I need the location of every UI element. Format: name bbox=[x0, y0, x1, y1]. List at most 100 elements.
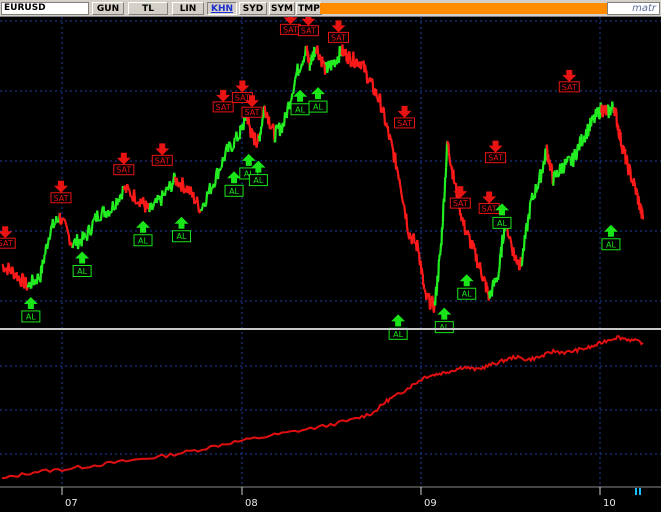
price-segment bbox=[529, 197, 533, 201]
price-segment bbox=[480, 274, 484, 280]
price-segment bbox=[555, 169, 559, 175]
price-segment bbox=[7, 262, 11, 269]
price-segment bbox=[429, 300, 433, 309]
price-segment bbox=[400, 193, 404, 199]
buy-signal-24: AL bbox=[457, 274, 477, 300]
price-segment bbox=[142, 203, 146, 207]
price-segment bbox=[390, 143, 394, 148]
symbol-field[interactable]: EURUSD bbox=[1, 2, 89, 15]
price-segment bbox=[96, 210, 100, 220]
price-segment bbox=[316, 45, 320, 54]
price-segment bbox=[302, 55, 306, 63]
price-segment bbox=[118, 194, 122, 203]
price-segment bbox=[202, 202, 206, 205]
price-segment bbox=[11, 266, 15, 270]
price-segment bbox=[461, 216, 464, 220]
tmp-button[interactable]: TMP bbox=[296, 2, 322, 15]
price-segment bbox=[399, 188, 403, 195]
price-segment bbox=[224, 146, 228, 153]
price-segment bbox=[57, 221, 60, 224]
lin-button[interactable]: LIN bbox=[172, 2, 204, 15]
price-segment bbox=[20, 273, 24, 287]
price-segment bbox=[412, 233, 416, 244]
price-segment bbox=[402, 203, 405, 206]
price-segment bbox=[173, 172, 177, 178]
price-segment bbox=[31, 274, 35, 283]
price-segment bbox=[52, 225, 56, 229]
price-segment bbox=[628, 163, 631, 166]
price-segment bbox=[524, 226, 528, 239]
equity-line bbox=[1, 335, 644, 480]
price-segment bbox=[48, 230, 52, 238]
price-segment bbox=[132, 189, 137, 204]
price-segment bbox=[135, 202, 139, 205]
price-segment bbox=[221, 156, 225, 160]
price-segment bbox=[344, 48, 348, 62]
price-segment bbox=[83, 232, 87, 237]
tl-button[interactable]: TL bbox=[128, 2, 168, 15]
price-segment bbox=[86, 228, 90, 241]
sell-signal-19: SAT bbox=[394, 105, 416, 129]
buy-label: AL bbox=[77, 267, 87, 276]
price-segment bbox=[105, 213, 109, 219]
price-segment bbox=[479, 268, 483, 276]
price-segment bbox=[71, 244, 75, 249]
price-segment bbox=[396, 169, 400, 174]
price-segment bbox=[151, 207, 155, 211]
price-segment bbox=[382, 107, 386, 114]
sell-label: SAT bbox=[562, 83, 577, 92]
sell-label: SAT bbox=[488, 154, 503, 163]
price-segment bbox=[265, 112, 269, 116]
brand-bar bbox=[320, 3, 607, 14]
price-segment bbox=[109, 210, 113, 214]
equity-series bbox=[1, 335, 644, 480]
price-segment bbox=[401, 198, 404, 203]
sym-button[interactable]: SYM bbox=[269, 2, 295, 15]
price-segment bbox=[92, 217, 96, 221]
price-segment bbox=[192, 191, 196, 204]
price-segment bbox=[195, 196, 200, 204]
price-segment bbox=[285, 105, 289, 119]
price-segment bbox=[363, 64, 367, 70]
price-segment bbox=[463, 219, 466, 234]
price-segment bbox=[386, 126, 390, 134]
price-segment bbox=[66, 231, 70, 236]
price-segment bbox=[633, 182, 637, 187]
buy-signal-1: AL bbox=[21, 296, 41, 323]
buy-signal-20: AL bbox=[388, 314, 408, 340]
price-segment bbox=[520, 256, 524, 266]
sell-label: SAT bbox=[0, 239, 13, 248]
syd-button[interactable]: SYD bbox=[239, 2, 267, 15]
price-segment bbox=[431, 295, 434, 298]
price-segment bbox=[537, 180, 541, 186]
price-segment bbox=[509, 239, 513, 244]
price-segment bbox=[359, 62, 363, 70]
price-segment bbox=[351, 62, 354, 65]
buy-label: AL bbox=[462, 290, 472, 299]
price-segment bbox=[398, 178, 402, 185]
price-segment bbox=[65, 224, 69, 229]
khn-button[interactable]: KHN bbox=[207, 2, 237, 15]
price-segment bbox=[152, 203, 156, 208]
gun-button[interactable]: GUN bbox=[92, 2, 124, 15]
price-segment bbox=[90, 220, 94, 232]
price-segment bbox=[338, 46, 342, 52]
price-segment bbox=[557, 171, 561, 177]
price-segment bbox=[598, 117, 601, 120]
price-segment bbox=[200, 206, 204, 212]
price-segment bbox=[189, 186, 193, 193]
price-segment bbox=[318, 54, 322, 58]
price-segment bbox=[270, 125, 274, 129]
price-segment bbox=[293, 75, 298, 80]
price-segment bbox=[510, 243, 514, 250]
red-down-arrow-icon bbox=[0, 226, 13, 239]
price-segment bbox=[289, 99, 293, 103]
price-segment bbox=[206, 190, 211, 195]
buy-signal-5: AL bbox=[133, 220, 153, 247]
sell-signal-0: SAT bbox=[0, 226, 16, 249]
price-segment bbox=[383, 113, 387, 126]
price-segment bbox=[374, 88, 378, 98]
price-segment bbox=[2, 270, 6, 273]
scroll-handle[interactable] bbox=[635, 488, 641, 495]
price-segment bbox=[127, 187, 131, 191]
